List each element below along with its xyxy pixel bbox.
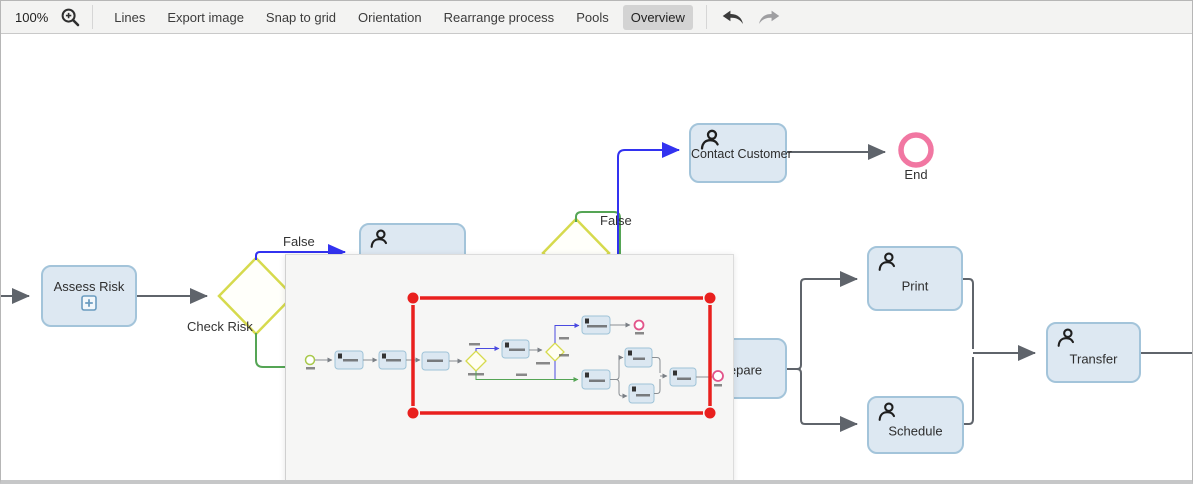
task-print[interactable]: Print <box>867 246 963 311</box>
task-label: Contact Customer <box>691 147 785 161</box>
user-icon <box>1055 327 1077 352</box>
overview-panel[interactable] <box>285 254 734 483</box>
zoom-in-icon[interactable] <box>58 5 82 29</box>
task-contact-customer[interactable]: Contact Customer <box>689 123 787 183</box>
overview-minimap <box>286 255 733 482</box>
viewport-handle-top-right[interactable] <box>705 293 716 304</box>
mini-end-event <box>635 321 644 330</box>
task-label: Schedule <box>869 424 962 439</box>
toolbar-separator <box>92 5 93 29</box>
flow-prepare-to-schedule[interactable] <box>797 369 857 424</box>
viewport-handle-top-left[interactable] <box>408 293 419 304</box>
viewport-handle-bottom-right[interactable] <box>705 408 716 419</box>
flow-print-out[interactable] <box>963 279 973 349</box>
mini-start-event <box>306 356 315 365</box>
toolbar-button-snap-to-grid[interactable]: Snap to grid <box>258 5 344 30</box>
redo-icon[interactable] <box>757 5 781 29</box>
user-icon <box>876 251 898 276</box>
end-event-label: End <box>898 167 934 182</box>
task-label: Transfer <box>1048 352 1139 367</box>
flow-prepare-to-print[interactable] <box>797 279 857 369</box>
process-designer-window: 100% Lines Export image Snap to grid Ori… <box>0 0 1193 484</box>
task-transfer[interactable]: Transfer <box>1046 322 1141 383</box>
diagram-canvas[interactable]: False False Check Risk End Assess Risk <box>1 34 1192 480</box>
subprocess-plus-icon[interactable] <box>81 295 97 314</box>
task-assess-risk[interactable]: Assess Risk <box>41 265 137 327</box>
mini-end-event-2 <box>713 371 723 381</box>
end-event[interactable] <box>901 135 931 165</box>
flow-schedule-out[interactable] <box>964 357 973 424</box>
viewport-handle-bottom-left[interactable] <box>408 408 419 419</box>
task-label: Assess Risk <box>54 279 125 294</box>
undo-icon[interactable] <box>721 5 745 29</box>
toolbar-button-export-image[interactable]: Export image <box>159 5 252 30</box>
user-icon <box>368 228 390 253</box>
zoom-level: 100% <box>15 10 48 25</box>
toolbar-separator <box>706 5 707 29</box>
flow-gateway2-false[interactable] <box>618 150 679 260</box>
toolbar-button-overview[interactable]: Overview <box>623 5 693 30</box>
minimap-diagram <box>306 316 724 403</box>
user-icon <box>876 401 898 426</box>
task-schedule[interactable]: Schedule <box>867 396 964 454</box>
toolbar-button-lines[interactable]: Lines <box>106 5 153 30</box>
toolbar-button-pools[interactable]: Pools <box>568 5 617 30</box>
edge-label-false-2: False <box>600 213 632 228</box>
toolbar-button-orientation[interactable]: Orientation <box>350 5 430 30</box>
task-label: Print <box>869 278 961 293</box>
toolbar-button-rearrange-process[interactable]: Rearrange process <box>436 5 563 30</box>
gateway-label-check-risk: Check Risk <box>187 319 253 334</box>
toolbar: 100% Lines Export image Snap to grid Ori… <box>1 1 1192 34</box>
edge-label-false-1: False <box>283 234 315 249</box>
